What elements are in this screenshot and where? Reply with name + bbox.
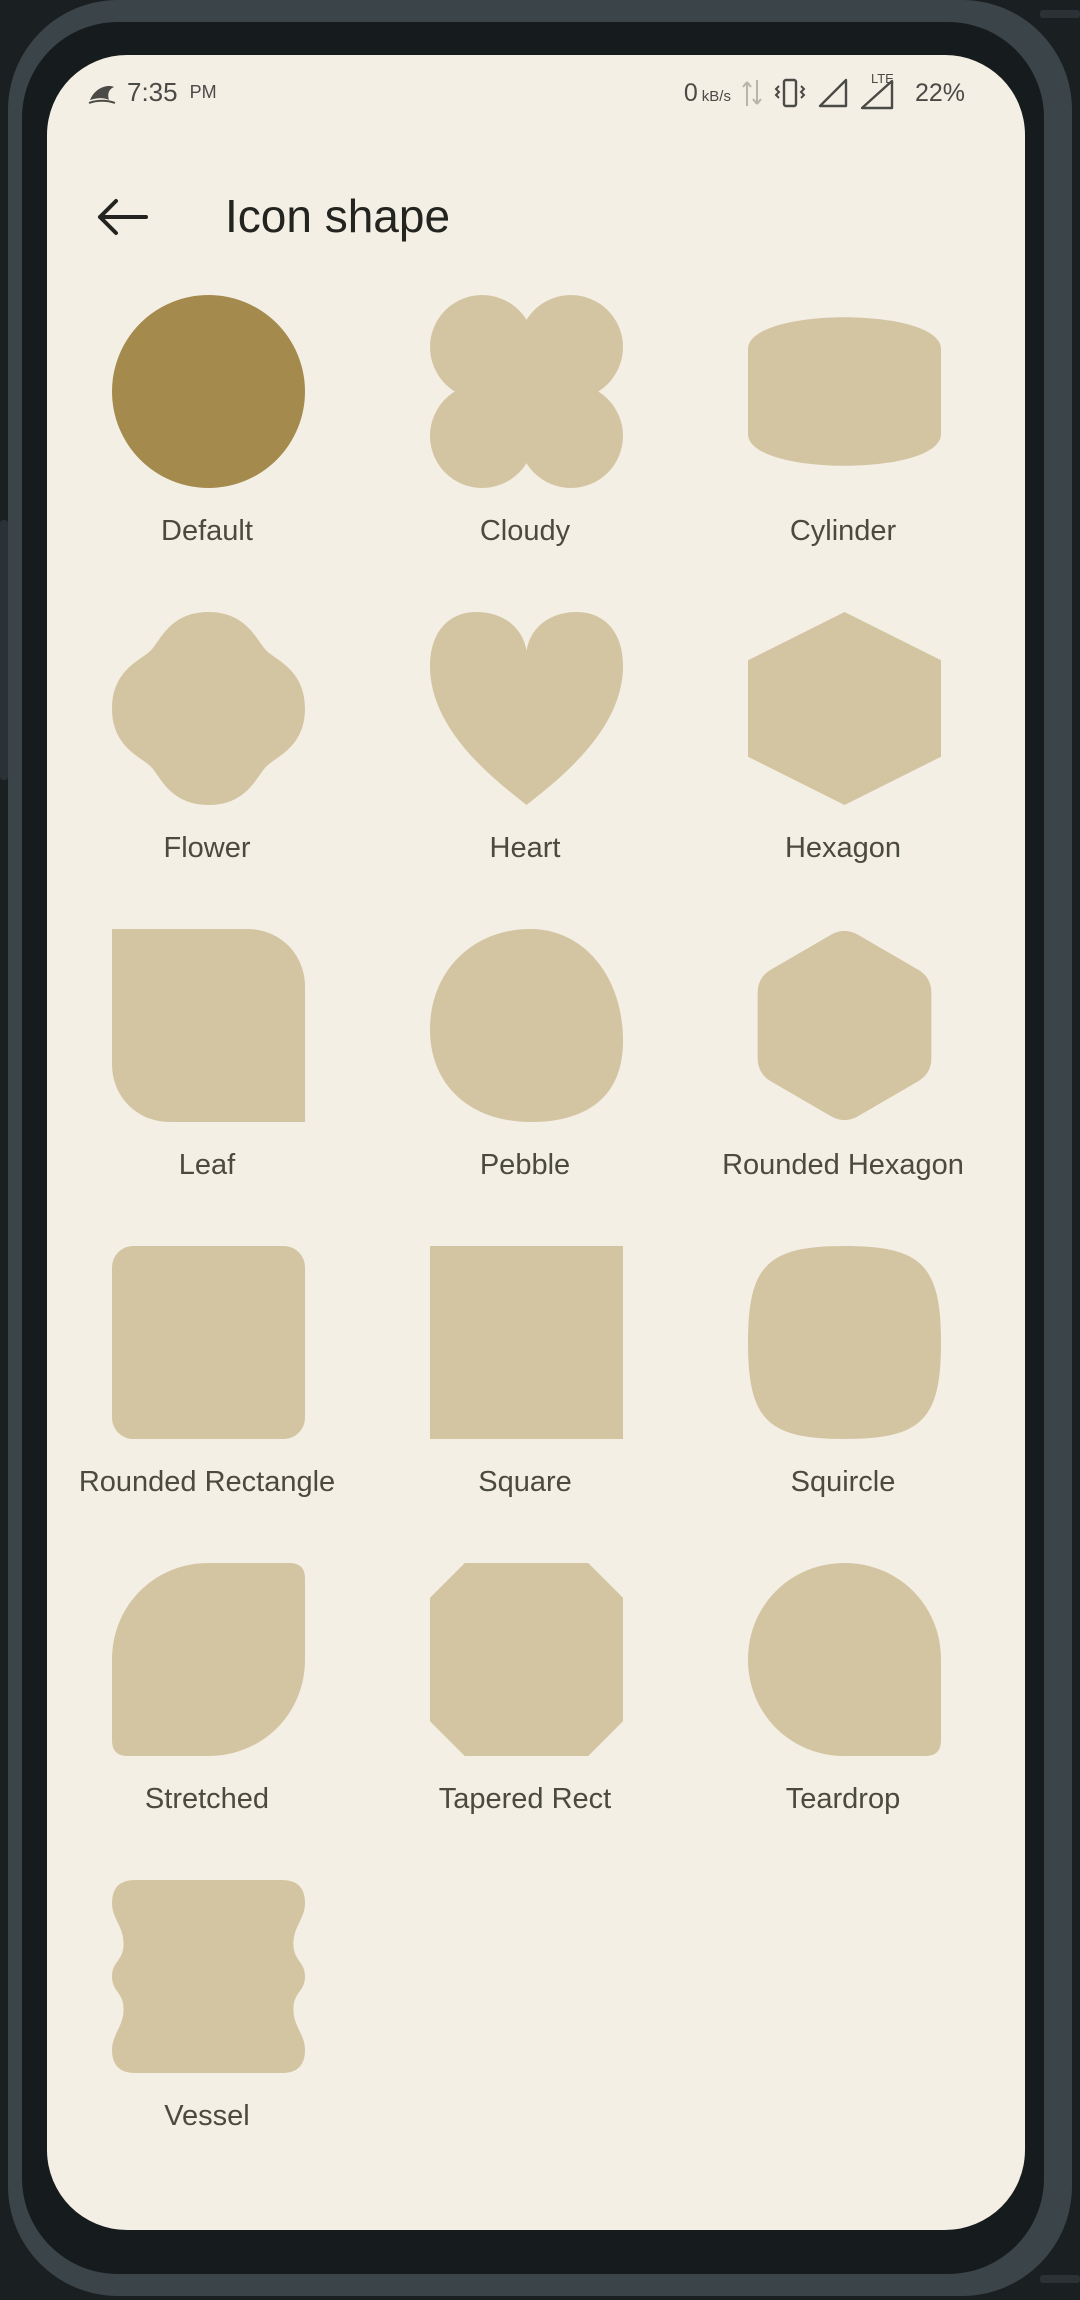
shape-label: Default	[161, 515, 253, 547]
shape-option-rounded-rectangle[interactable]: Rounded Rectangle	[47, 1246, 367, 1546]
shape-label: Vessel	[164, 2100, 250, 2132]
vessel-shape-icon	[112, 1880, 305, 2073]
cloudy-shape-icon	[430, 295, 623, 488]
shape-fill	[748, 612, 941, 805]
volume-button	[0, 520, 8, 780]
shape-option-vessel[interactable]: Vessel	[47, 1880, 367, 2180]
shape-option-default[interactable]: Default	[47, 295, 367, 595]
shape-fill	[112, 612, 305, 805]
lte-signal: LTE	[859, 71, 895, 111]
squircle-shape-icon	[748, 1246, 941, 1439]
shape-label: Leaf	[178, 1149, 236, 1181]
status-ampm: PM	[189, 82, 217, 102]
network-speed: 0 kB/s	[684, 79, 731, 108]
shape-option-heart[interactable]: Heart	[365, 612, 685, 912]
shape-label: Squircle	[790, 1466, 896, 1498]
back-button[interactable]	[82, 177, 162, 257]
shape-fill	[112, 295, 305, 488]
shape-option-tapered-rect[interactable]: Tapered Rect	[365, 1563, 685, 1863]
status-time: 7:35	[127, 77, 178, 107]
leaf-shape-icon	[112, 929, 305, 1122]
teardrop-shape-icon	[748, 1563, 941, 1756]
default-shape-icon	[112, 295, 305, 488]
data-transfer-icon	[742, 80, 762, 106]
hexagon-shape-icon	[748, 612, 941, 805]
stretched-shape-icon	[112, 1563, 305, 1756]
tapered-rect-shape-icon	[430, 1563, 623, 1756]
lte-signal-icon	[860, 79, 894, 110]
shape-fill	[748, 1246, 941, 1439]
shape-label: Rounded Hexagon	[722, 1149, 964, 1181]
shape-fill	[748, 1563, 941, 1756]
shape-fill	[430, 929, 623, 1122]
shape-fill	[757, 930, 932, 1121]
screen: 7:35 PM 0 kB/s LTE 22% Icon shape Defaul…	[47, 55, 1025, 2230]
shape-fill	[112, 1563, 305, 1756]
shape-label: Cylinder	[789, 515, 897, 547]
heart-shape-icon	[430, 612, 623, 805]
shape-option-hexagon[interactable]: Hexagon	[683, 612, 1003, 912]
rounded-hexagon-shape-icon	[757, 930, 932, 1121]
page-title: Icon shape	[225, 190, 451, 242]
signal-icon	[818, 78, 848, 108]
shape-option-leaf[interactable]: Leaf	[47, 929, 367, 1229]
shape-fill	[430, 612, 623, 805]
shape-fill	[430, 1246, 623, 1439]
shape-fill	[112, 929, 305, 1122]
rounded-rectangle-shape-icon	[112, 1246, 305, 1439]
shape-fill	[112, 1246, 305, 1439]
arrow-left-icon	[98, 199, 148, 235]
shape-fill	[430, 1563, 623, 1756]
shape-label: Hexagon	[784, 832, 902, 864]
network-speed-unit: kB/s	[701, 87, 731, 105]
shape-label: Teardrop	[785, 1783, 901, 1815]
vibrate-icon	[774, 78, 806, 108]
battery-percent: 22%	[914, 78, 965, 107]
shape-label: Heart	[489, 832, 561, 864]
shape-label: Rounded Rectangle	[78, 1466, 336, 1498]
shape-label: Square	[478, 1466, 572, 1498]
shape-option-rounded-hexagon[interactable]: Rounded Hexagon	[683, 929, 1003, 1229]
shape-fill	[430, 295, 623, 488]
shape-fill	[112, 1880, 305, 2073]
shape-label: Stretched	[144, 1783, 270, 1815]
shape-label: Pebble	[479, 1149, 571, 1181]
shape-option-flower[interactable]: Flower	[47, 612, 367, 912]
shape-option-pebble[interactable]: Pebble	[365, 929, 685, 1229]
shape-option-teardrop[interactable]: Teardrop	[683, 1563, 1003, 1863]
shape-label: Flower	[163, 832, 251, 864]
cylinder-shape-icon	[748, 317, 941, 466]
shape-label: Tapered Rect	[438, 1783, 612, 1815]
flower-shape-icon	[112, 612, 305, 805]
shape-option-squircle[interactable]: Squircle	[683, 1246, 1003, 1546]
shape-option-cloudy[interactable]: Cloudy	[365, 295, 685, 595]
shape-option-square[interactable]: Square	[365, 1246, 685, 1546]
app-notification-icon	[88, 85, 116, 104]
frame-edge-mark	[1040, 10, 1080, 18]
shape-fill	[748, 317, 941, 466]
network-speed-value: 0	[683, 78, 698, 107]
shape-option-cylinder[interactable]: Cylinder	[683, 295, 1003, 595]
shape-option-stretched[interactable]: Stretched	[47, 1563, 367, 1863]
app-bar: Icon shape	[47, 165, 1025, 265]
frame-edge-mark	[1040, 2275, 1080, 2283]
status-bar: 7:35 PM 0 kB/s LTE 22%	[47, 55, 1025, 135]
shape-label: Cloudy	[479, 515, 571, 547]
square-shape-icon	[430, 1246, 623, 1439]
pebble-shape-icon	[430, 929, 623, 1122]
